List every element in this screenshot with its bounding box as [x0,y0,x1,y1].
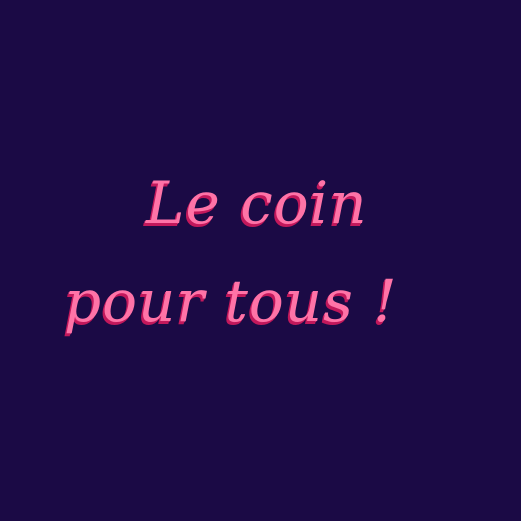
headline-line-2: pour tous ! [64,267,398,335]
poster-background: Le coin pour tous ! [0,0,521,521]
headline: Le coin pour tous ! [0,0,521,521]
headline-line-1: Le coin [146,169,368,237]
